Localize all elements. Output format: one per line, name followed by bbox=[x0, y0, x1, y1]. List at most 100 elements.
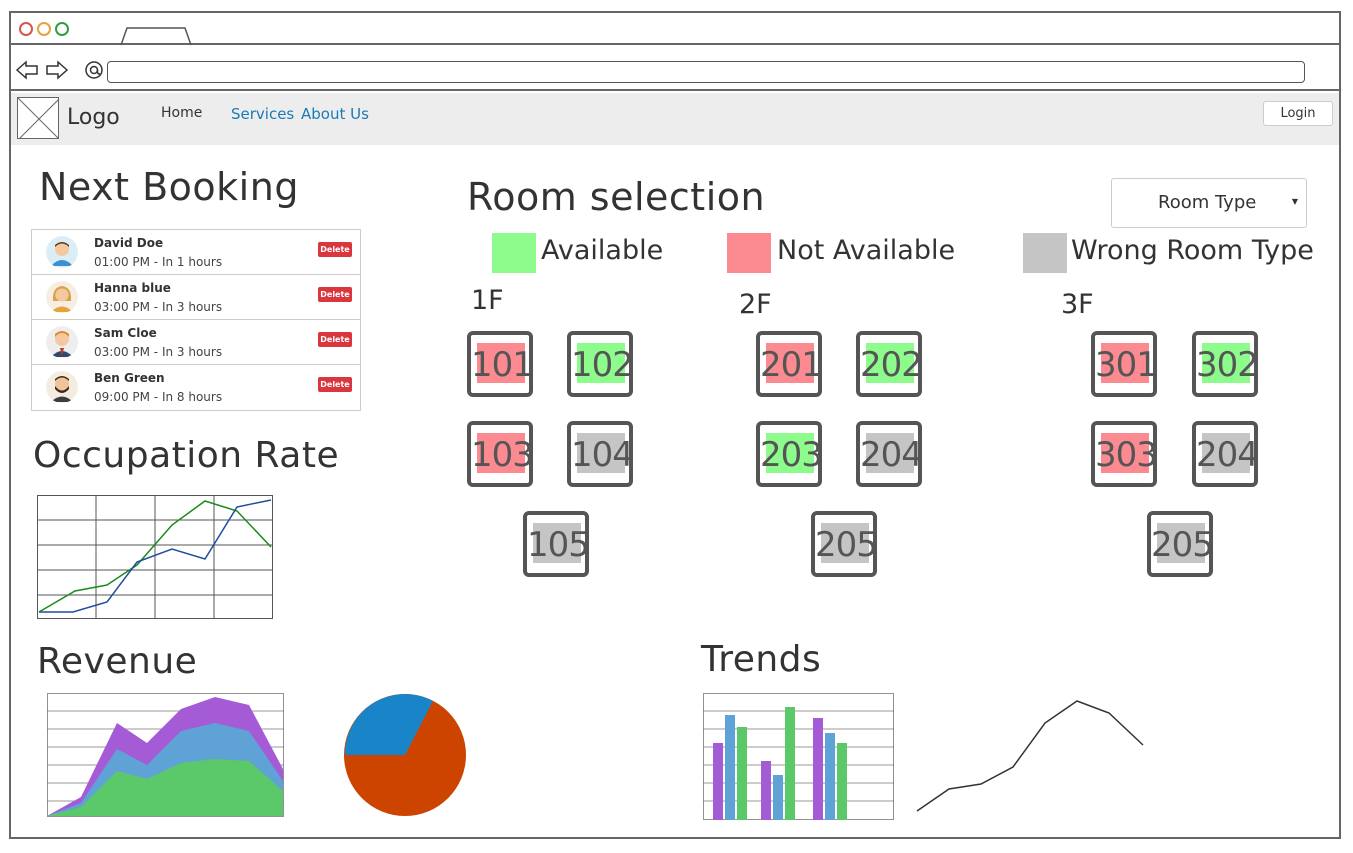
site-header: Logo Home Services About Us Login bbox=[11, 93, 1339, 145]
back-forward-icons bbox=[15, 60, 69, 80]
bar bbox=[813, 718, 823, 820]
bar bbox=[785, 707, 795, 820]
revenue-pie-chart bbox=[344, 694, 466, 816]
at-sign-icon[interactable] bbox=[83, 59, 105, 81]
delete-button[interactable]: Delete bbox=[318, 377, 352, 392]
booking-name: Sam Cloe bbox=[94, 326, 157, 340]
bar bbox=[713, 743, 723, 820]
logo-image-icon[interactable] bbox=[17, 97, 59, 139]
booking-time: 01:00 PM - In 1 hours bbox=[94, 255, 223, 269]
bar bbox=[773, 775, 783, 820]
room-202[interactable]: 202 bbox=[856, 331, 923, 397]
delete-button[interactable]: Delete bbox=[318, 287, 352, 302]
avatar-icon bbox=[46, 371, 78, 403]
title-bar bbox=[11, 13, 1339, 46]
avatar-icon bbox=[46, 281, 78, 313]
room-205[interactable]: 205 bbox=[811, 511, 878, 577]
room-301[interactable]: 301 bbox=[1091, 331, 1158, 397]
booking-name: Hanna blue bbox=[94, 281, 171, 295]
legend-swatch-not-available bbox=[727, 233, 771, 273]
room-number: 202 bbox=[860, 345, 923, 385]
logo-text[interactable]: Logo bbox=[67, 105, 120, 130]
room-305[interactable]: 205 bbox=[1147, 511, 1214, 577]
chevron-down-icon: ▼ bbox=[1291, 197, 1298, 206]
nav-about-link[interactable]: About Us bbox=[301, 105, 369, 123]
floor-label-1f: 1F bbox=[471, 285, 504, 316]
booking-name: Ben Green bbox=[94, 371, 165, 385]
room-105[interactable]: 105 bbox=[523, 511, 590, 577]
trends-title: Trends bbox=[701, 639, 822, 680]
legend-label-wrong-type: Wrong Room Type bbox=[1071, 235, 1314, 266]
room-type-select-value: Room Type bbox=[1158, 192, 1257, 213]
bar bbox=[725, 715, 735, 820]
room-number: 103 bbox=[471, 435, 534, 475]
room-number: 104 bbox=[571, 435, 634, 475]
room-number: 301 bbox=[1095, 345, 1158, 385]
trends-line-chart bbox=[916, 700, 1144, 812]
occupation-rate-title: Occupation Rate bbox=[33, 435, 340, 476]
room-103[interactable]: 103 bbox=[467, 421, 534, 487]
booking-time: 03:00 PM - In 3 hours bbox=[94, 345, 223, 359]
back-arrow-icon[interactable] bbox=[15, 60, 38, 80]
room-number: 303 bbox=[1095, 435, 1158, 475]
room-304[interactable]: 204 bbox=[1192, 421, 1259, 487]
room-203[interactable]: 203 bbox=[756, 421, 823, 487]
address-bar-row bbox=[11, 47, 1339, 91]
room-selection-title: Room selection bbox=[467, 175, 766, 219]
login-button[interactable]: Login bbox=[1263, 101, 1333, 126]
url-input[interactable] bbox=[107, 61, 1305, 83]
room-101[interactable]: 101 bbox=[467, 331, 534, 397]
room-102[interactable]: 102 bbox=[567, 331, 634, 397]
nav-home-link[interactable]: Home bbox=[161, 105, 202, 121]
avatar-icon bbox=[46, 326, 78, 358]
room-type-select[interactable]: Room Type ▼ bbox=[1111, 178, 1307, 228]
next-booking-title: Next Booking bbox=[39, 165, 299, 209]
forward-arrow-icon[interactable] bbox=[46, 60, 69, 80]
booking-list: David Doe 01:00 PM - In 1 hours Delete H… bbox=[31, 229, 361, 411]
revenue-area-chart bbox=[47, 693, 284, 817]
delete-button[interactable]: Delete bbox=[318, 332, 352, 347]
room-303[interactable]: 303 bbox=[1091, 421, 1158, 487]
avatar-icon bbox=[46, 236, 78, 268]
room-number: 205 bbox=[815, 525, 878, 565]
booking-row[interactable]: Sam Cloe 03:00 PM - In 3 hours Delete bbox=[32, 320, 360, 365]
room-204[interactable]: 204 bbox=[856, 421, 923, 487]
room-number: 101 bbox=[471, 345, 534, 385]
room-201[interactable]: 201 bbox=[756, 331, 823, 397]
floor-label-2f: 2F bbox=[739, 289, 772, 320]
bar bbox=[761, 761, 771, 820]
bar bbox=[737, 727, 747, 820]
nav-services-link[interactable]: Services bbox=[231, 105, 294, 123]
booking-row[interactable]: Hanna blue 03:00 PM - In 3 hours Delete bbox=[32, 275, 360, 320]
trend-line bbox=[916, 700, 1144, 812]
browser-tab[interactable] bbox=[119, 26, 193, 46]
room-number: 203 bbox=[760, 435, 823, 475]
room-104[interactable]: 104 bbox=[567, 421, 634, 487]
room-number: 302 bbox=[1196, 345, 1259, 385]
trends-bar-chart bbox=[703, 693, 894, 820]
minimize-window-icon[interactable] bbox=[37, 22, 51, 36]
room-number: 201 bbox=[760, 345, 823, 385]
occupation-line-chart bbox=[37, 495, 273, 619]
maximize-window-icon[interactable] bbox=[55, 22, 69, 36]
room-number: 204 bbox=[860, 435, 923, 475]
legend-label-not-available: Not Available bbox=[777, 235, 956, 266]
close-window-icon[interactable] bbox=[19, 22, 33, 36]
booking-row[interactable]: David Doe 01:00 PM - In 1 hours Delete bbox=[32, 230, 360, 275]
room-302[interactable]: 302 bbox=[1192, 331, 1259, 397]
floor-label-3f: 3F bbox=[1061, 289, 1094, 320]
room-number: 102 bbox=[571, 345, 634, 385]
bar bbox=[837, 743, 847, 820]
legend-swatch-available bbox=[492, 233, 536, 273]
bar bbox=[825, 733, 835, 820]
booking-time: 03:00 PM - In 3 hours bbox=[94, 300, 223, 314]
browser-window: Logo Home Services About Us Login Next B… bbox=[9, 11, 1341, 839]
room-number: 105 bbox=[527, 525, 590, 565]
booking-time: 09:00 PM - In 8 hours bbox=[94, 390, 223, 404]
delete-button[interactable]: Delete bbox=[318, 242, 352, 257]
booking-row[interactable]: Ben Green 09:00 PM - In 8 hours Delete bbox=[32, 365, 360, 410]
room-number: 204 bbox=[1196, 435, 1259, 475]
window-controls bbox=[19, 22, 69, 36]
revenue-title: Revenue bbox=[37, 641, 198, 682]
legend-swatch-wrong-type bbox=[1023, 233, 1067, 273]
